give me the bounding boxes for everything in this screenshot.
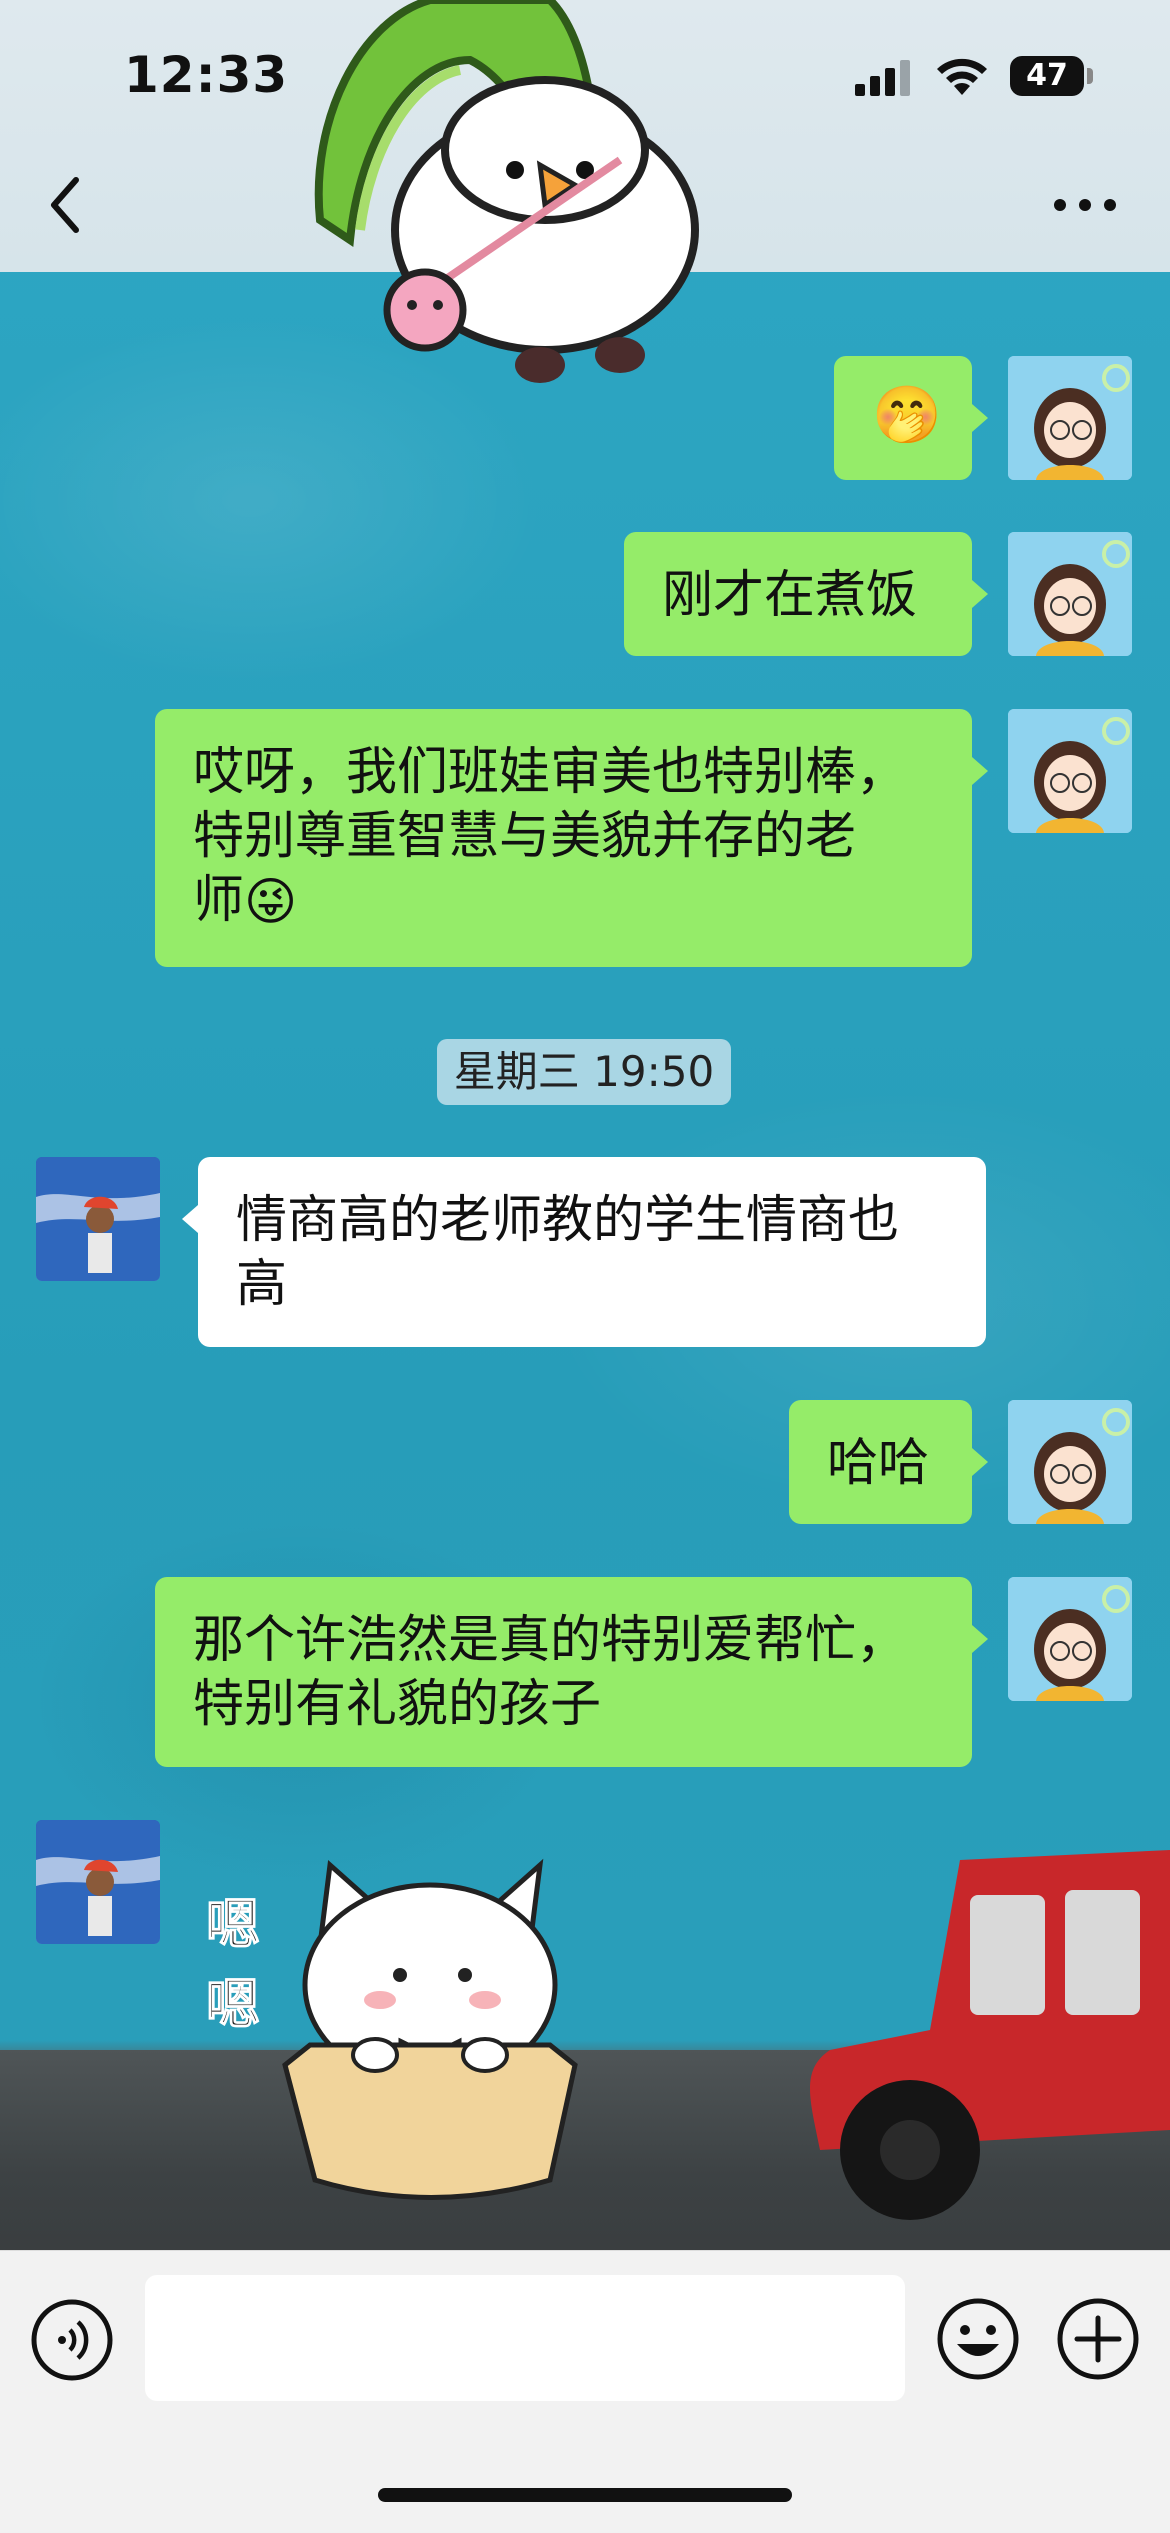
cellular-signal-icon bbox=[855, 60, 910, 96]
message-text: 刚才在煮饭 bbox=[662, 566, 918, 625]
home-indicator bbox=[378, 2488, 792, 2502]
avatar-me[interactable] bbox=[1008, 532, 1132, 656]
message-text: 情商高的老师教的学生情商也 高 bbox=[236, 1191, 900, 1314]
boy-avatar-icon bbox=[36, 1157, 160, 1281]
avatar-contact[interactable] bbox=[36, 1820, 160, 1944]
wifi-icon bbox=[937, 58, 987, 95]
bubble-tail bbox=[972, 580, 988, 608]
smiley-icon[interactable] bbox=[935, 2296, 1021, 2382]
ellipsis-icon[interactable] bbox=[1050, 190, 1120, 220]
message-text: 哎呀，我们班娃审美也特别棒， 特别尊重智慧与美貌并存的老 师😜 bbox=[193, 741, 942, 935]
voice-icon[interactable] bbox=[30, 2298, 114, 2382]
bubble-tail bbox=[972, 404, 988, 432]
plus-icon[interactable] bbox=[1055, 2296, 1141, 2382]
avatar-me[interactable] bbox=[1008, 709, 1132, 833]
avatar-me[interactable] bbox=[1008, 1400, 1132, 1524]
message-text: 那个许浩然是真的特别爱帮忙， 特别有礼貌的孩子 bbox=[193, 1611, 908, 1734]
cat-illustration bbox=[282, 1858, 578, 2200]
bubble-tail bbox=[972, 757, 988, 785]
emoji-face-hand-over-mouth: 🤭 bbox=[872, 383, 942, 448]
bubble-tail bbox=[972, 1625, 988, 1653]
girl-avatar-icon bbox=[1008, 1577, 1132, 1701]
emoji-winking-tongue: 😜 bbox=[244, 873, 298, 932]
message-bubble-mine[interactable]: 那个许浩然是真的特别爱帮忙， 特别有礼貌的孩子 bbox=[155, 1577, 972, 1767]
bubble-tail bbox=[972, 1448, 988, 1476]
message-input[interactable] bbox=[145, 2275, 905, 2401]
message-bubble-mine[interactable]: 刚才在煮饭 bbox=[624, 532, 972, 656]
girl-avatar-icon bbox=[1008, 709, 1132, 833]
girl-avatar-icon bbox=[1008, 532, 1132, 656]
message-bubble-mine[interactable]: 哈哈 bbox=[789, 1400, 972, 1524]
cat-in-box-sticker[interactable]: 嗯 嗯 bbox=[200, 1835, 600, 2215]
message-bubble-contact[interactable]: 情商高的老师教的学生情商也 高 bbox=[198, 1157, 986, 1347]
message-bubble-mine[interactable]: 🤭 bbox=[834, 356, 972, 480]
avatar-me[interactable] bbox=[1008, 356, 1132, 480]
chevron-left-icon[interactable] bbox=[40, 170, 90, 240]
time-divider: 星期三 19:50 bbox=[437, 1039, 731, 1105]
avatar-contact[interactable] bbox=[36, 1157, 160, 1281]
girl-avatar-icon bbox=[1008, 356, 1132, 480]
battery-tip bbox=[1087, 68, 1093, 84]
status-time: 12:33 bbox=[124, 46, 289, 104]
message-bubble-mine[interactable]: 哎呀，我们班娃审美也特别棒， 特别尊重智慧与美貌并存的老 师😜 bbox=[155, 709, 972, 967]
boy-avatar-icon bbox=[36, 1820, 160, 1944]
bubble-tail bbox=[182, 1205, 198, 1233]
background-car-illustration bbox=[810, 1850, 1170, 2220]
battery-indicator: 47 bbox=[1010, 56, 1084, 96]
girl-avatar-icon bbox=[1008, 1400, 1132, 1524]
duck-leaf-sticker bbox=[314, 0, 699, 383]
message-text: 哈哈 bbox=[827, 1434, 930, 1493]
avatar-me[interactable] bbox=[1008, 1577, 1132, 1701]
